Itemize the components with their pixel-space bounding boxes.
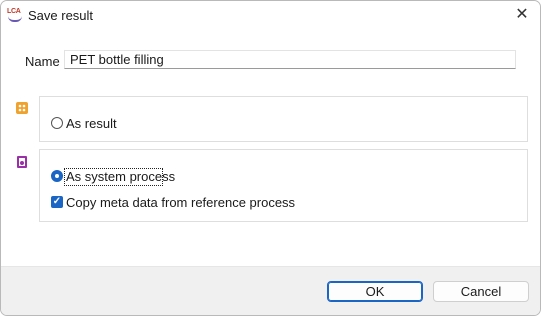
cancel-button[interactable]: Cancel [433, 281, 529, 302]
system-process-icon [17, 156, 27, 168]
name-input[interactable] [64, 50, 516, 69]
result-icon [16, 102, 28, 114]
as-system-process-radio[interactable] [51, 170, 63, 182]
as-result-label[interactable]: As result [66, 116, 117, 131]
save-result-dialog: LCA Save result ✕ Name As result As syst… [0, 0, 541, 316]
dialog-title: Save result [28, 8, 94, 23]
lca-app-icon: LCA [7, 8, 23, 22]
as-result-radio[interactable] [51, 117, 63, 129]
name-label: Name [25, 54, 60, 69]
ok-button[interactable]: OK [327, 281, 423, 302]
dialog-footer: OK Cancel [1, 266, 540, 315]
dialog-body: Name As result As system process ✓ Copy … [1, 30, 540, 266]
as-system-process-label[interactable]: As system process [66, 169, 175, 184]
copy-meta-label[interactable]: Copy meta data from reference process [66, 195, 295, 210]
title-bar: LCA Save result ✕ [1, 1, 540, 30]
copy-meta-checkbox[interactable]: ✓ [51, 196, 63, 208]
close-icon[interactable]: ✕ [513, 6, 531, 24]
